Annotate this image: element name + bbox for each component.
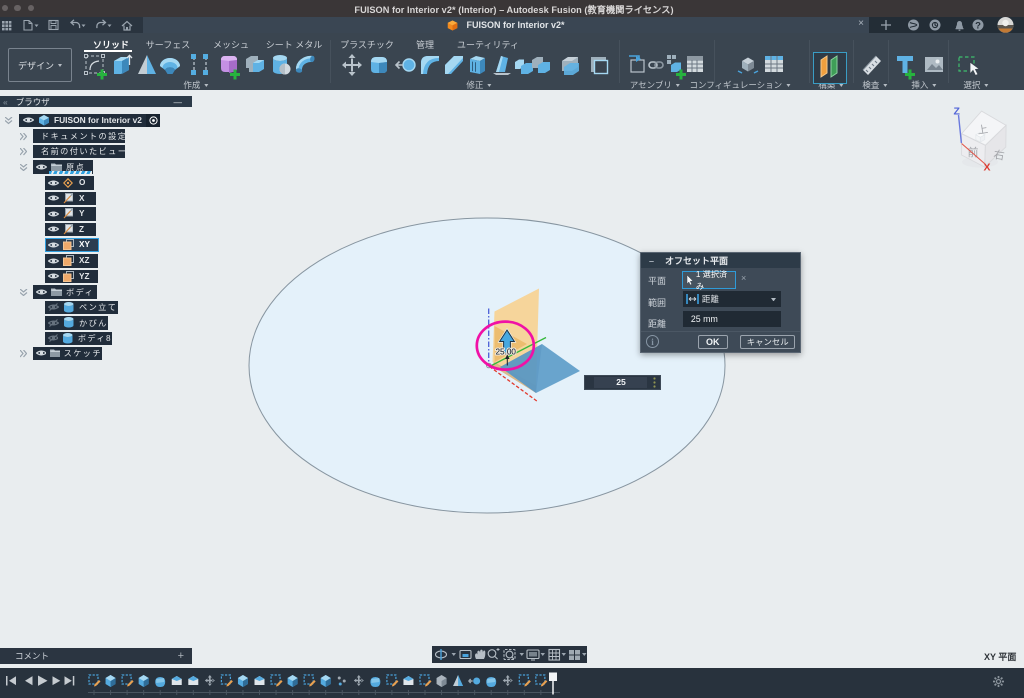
svg-text:?: ? — [975, 20, 981, 31]
svg-text:25.00: 25.00 — [496, 348, 517, 357]
svg-text:X: X — [984, 162, 991, 174]
svg-text:Z: Z — [954, 106, 961, 118]
svg-text:上: 上 — [977, 123, 989, 136]
